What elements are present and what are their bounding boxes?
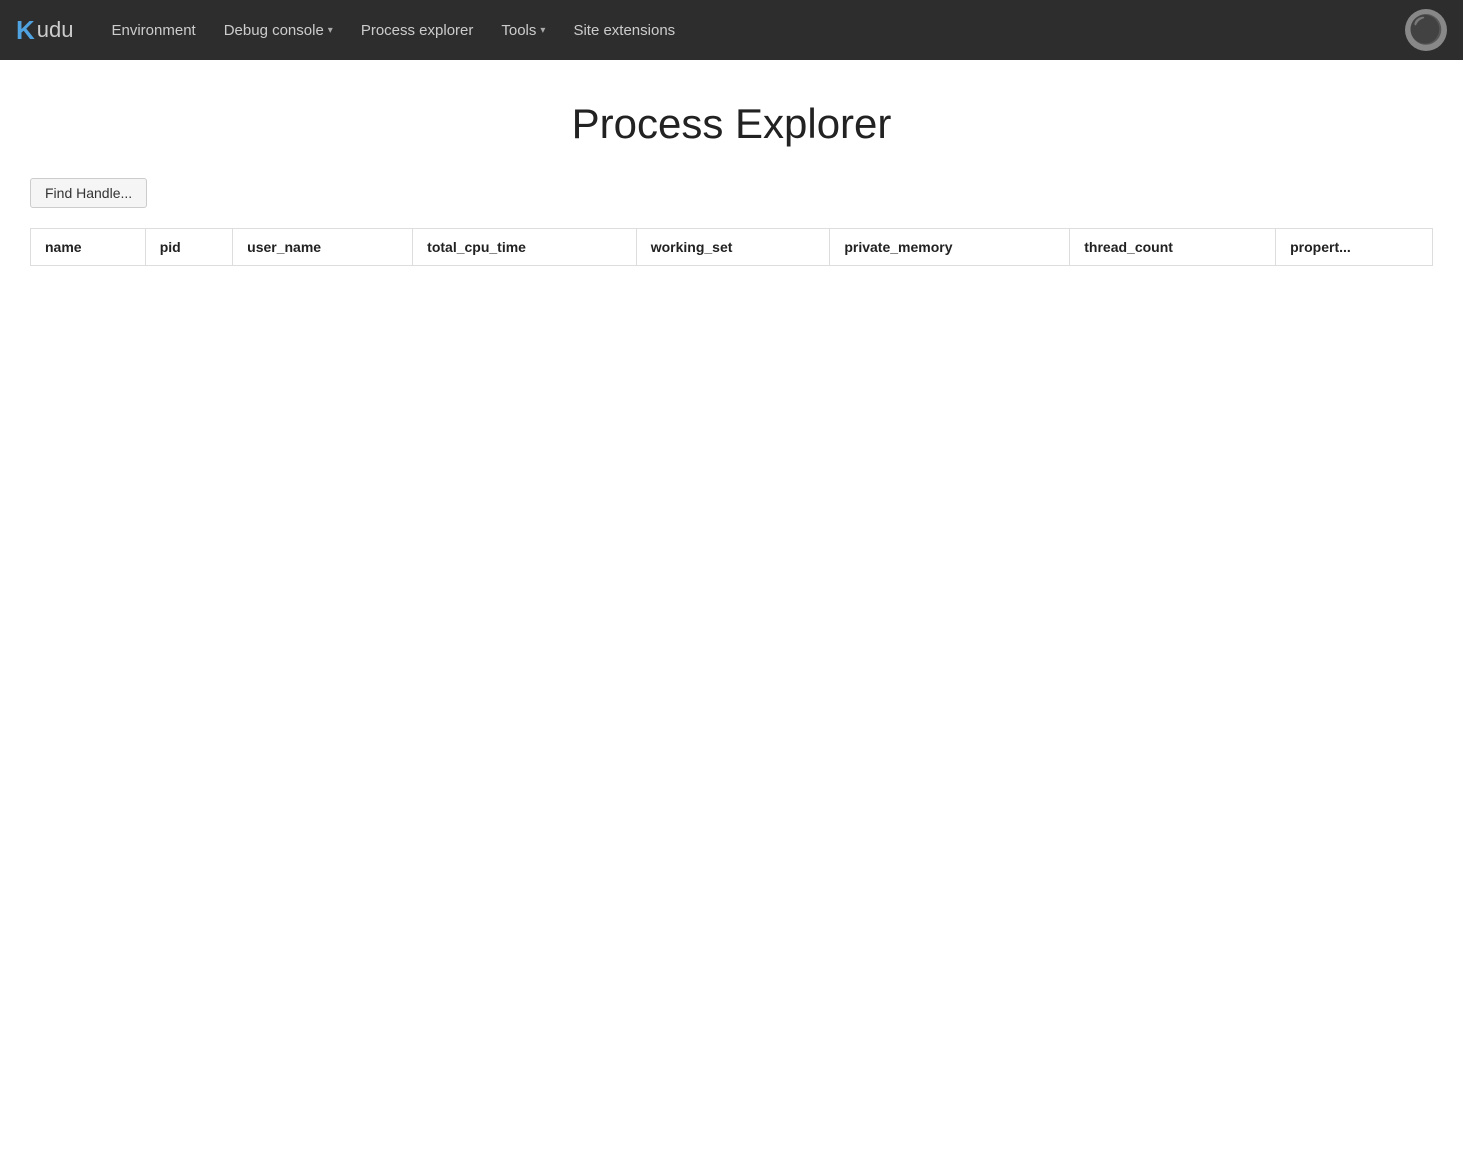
nav-item-environment[interactable]: Environment [98,14,210,47]
col-header-name: name [31,229,146,266]
nav-item-site-extensions[interactable]: Site extensions [559,14,689,47]
col-header-private-memory: private_memory [830,229,1070,266]
nav-link-process-explorer[interactable]: Process explorer [347,14,488,47]
brand-k: K [16,15,35,46]
table-header: name pid user_name total_cpu_time workin… [31,229,1433,266]
col-header-pid: pid [145,229,232,266]
process-table-wrapper: name pid user_name total_cpu_time workin… [20,228,1443,266]
nav-link-environment[interactable]: Environment [98,14,210,47]
page-title: Process Explorer [20,100,1443,148]
nav-item-tools[interactable]: Tools ▾ [487,14,559,47]
main-content: Process Explorer Find Handle... name pid… [0,60,1463,286]
col-header-thread-count: thread_count [1070,229,1276,266]
nav-menu: Environment Debug console ▾ Process expl… [98,14,1406,47]
nav-label-tools: Tools [501,22,536,39]
brand-logo[interactable]: K udu [16,15,74,46]
nav-label-process-explorer: Process explorer [361,22,474,39]
brand-rest: udu [37,17,74,43]
process-table: name pid user_name total_cpu_time workin… [30,228,1433,266]
user-avatar[interactable]: ⚫ [1405,9,1447,51]
nav-link-site-extensions[interactable]: Site extensions [559,14,689,47]
nav-label-site-extensions: Site extensions [573,22,675,39]
nav-link-tools[interactable]: Tools ▾ [487,14,559,47]
nav-item-debug-console[interactable]: Debug console ▾ [210,14,347,47]
chevron-down-icon: ▾ [328,25,333,36]
nav-label-environment: Environment [112,22,196,39]
col-header-working-set: working_set [636,229,830,266]
nav-link-debug-console[interactable]: Debug console ▾ [210,14,347,47]
col-header-properties: propert... [1276,229,1433,266]
chevron-down-icon-tools: ▾ [540,25,545,36]
find-handle-button[interactable]: Find Handle... [30,178,147,208]
toolbar: Find Handle... [20,178,1443,208]
user-icon: ⚫ [1409,16,1444,44]
col-header-user-name: user_name [233,229,413,266]
col-header-total-cpu-time: total_cpu_time [413,229,637,266]
navbar: K udu Environment Debug console ▾ Proces… [0,0,1463,60]
nav-item-process-explorer[interactable]: Process explorer [347,14,488,47]
nav-label-debug-console: Debug console [224,22,324,39]
table-header-row: name pid user_name total_cpu_time workin… [31,229,1433,266]
